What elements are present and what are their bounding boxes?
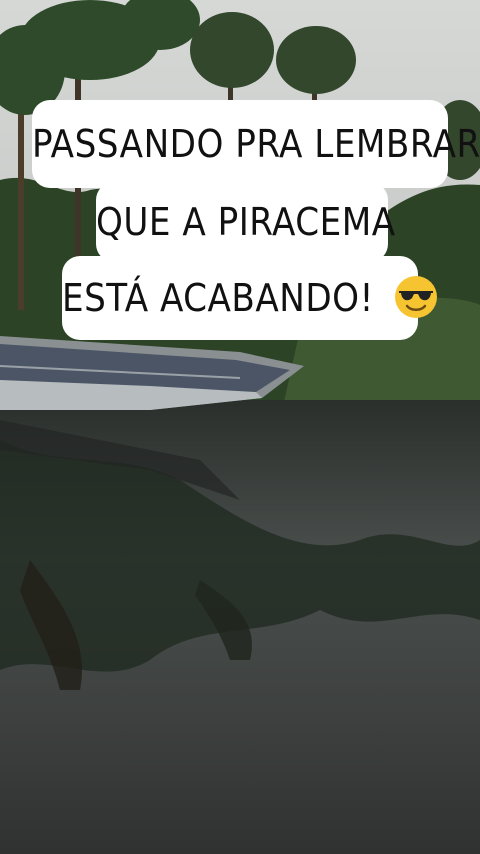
smiling-face-with-sunglasses-icon bbox=[395, 275, 438, 318]
caption-text-1: PASSANDO PRA LEMBRAR bbox=[32, 122, 480, 166]
video-frame: PASSANDO PRA LEMBRAR QUE A PIRACEMA ESTÁ… bbox=[0, 0, 480, 854]
caption-line-2: QUE A PIRACEMA bbox=[96, 182, 395, 262]
caption-text-3: ESTÁ ACABANDO! bbox=[62, 276, 374, 320]
caption-line-3: ESTÁ ACABANDO! bbox=[62, 256, 438, 340]
caption-line-1: PASSANDO PRA LEMBRAR bbox=[32, 100, 480, 188]
caption-text-2: QUE A PIRACEMA bbox=[96, 200, 396, 244]
